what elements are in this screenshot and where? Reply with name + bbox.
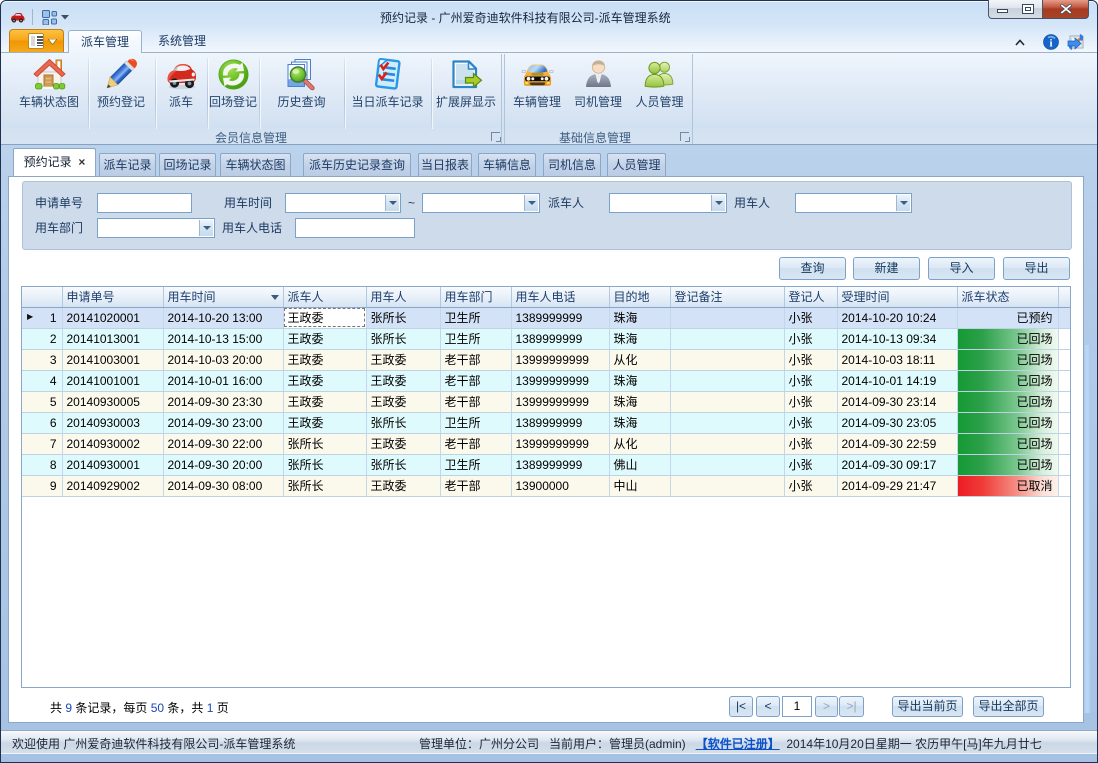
svg-text:i: i [1049,38,1052,50]
